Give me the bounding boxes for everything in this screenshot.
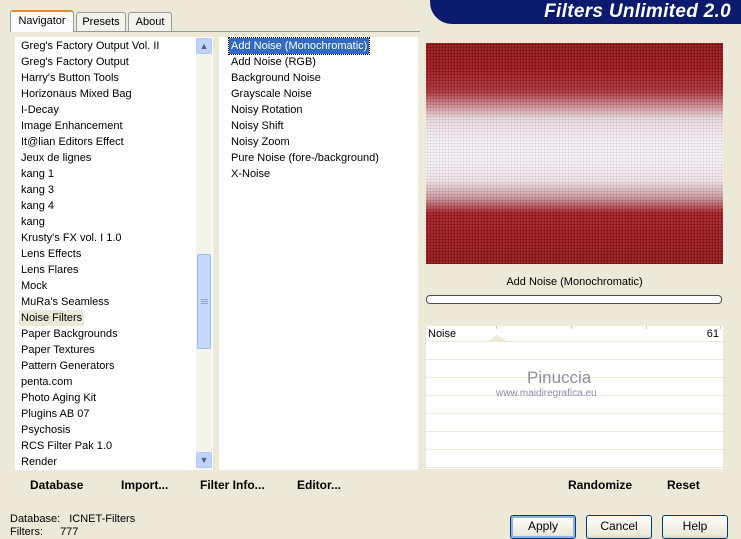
category-item[interactable]: kang 3 (19, 182, 56, 198)
chevron-up-icon: ▲ (199, 41, 209, 51)
status-filters: Filters: 777 (10, 526, 78, 538)
app-banner: Filters Unlimited 2.0 (430, 0, 741, 24)
category-item[interactable]: kang (19, 214, 47, 230)
randomize-button[interactable]: Randomize (568, 478, 632, 492)
parameter-panel: Noise 61 Pinuccia www.maidiregrafica.eu (426, 326, 723, 469)
apply-button[interactable]: Apply (510, 515, 576, 539)
slider-pointer-icon[interactable] (486, 335, 508, 342)
parameter-label: Noise (428, 328, 457, 340)
category-item[interactable]: Plugins AB 07 (19, 406, 92, 422)
database-button[interactable]: Database (30, 478, 83, 492)
category-item[interactable]: Horizonaus Mixed Bag (19, 86, 134, 102)
category-item[interactable]: Render (19, 454, 59, 468)
parameter-value: 61 (706, 328, 719, 340)
editor-button[interactable]: Editor... (297, 478, 341, 492)
progress-bar (426, 295, 722, 304)
status-database: Database: ICNET-Filters (10, 513, 135, 525)
status-filters-value: 777 (60, 526, 79, 538)
status-filters-label: Filters: (10, 526, 43, 538)
preview-image (426, 43, 723, 264)
current-filter-name: Add Noise (Monochromatic) (506, 276, 643, 288)
scroll-up-button[interactable]: ▲ (196, 38, 212, 54)
filter-item[interactable]: Grayscale Noise (229, 86, 314, 102)
filter-info-button[interactable]: Filter Info... (200, 478, 265, 492)
status-database-label: Database: (10, 513, 61, 525)
category-item[interactable]: Lens Effects (19, 246, 83, 262)
parameter-row-empty (426, 416, 723, 432)
category-item[interactable]: Noise Filters (19, 310, 85, 326)
category-item[interactable]: Greg's Factory Output Vol. II (19, 38, 161, 54)
parameter-row-empty (426, 398, 723, 414)
chevron-down-icon: ▼ (199, 455, 209, 465)
category-item[interactable]: Image Enhancement (19, 118, 125, 134)
filter-item[interactable]: Pure Noise (fore-/background) (229, 150, 381, 166)
filter-item[interactable]: Add Noise (Monochromatic) (227, 37, 371, 55)
parameter-row-empty (426, 344, 723, 360)
scroll-thumb[interactable] (197, 254, 211, 349)
scroll-down-button[interactable]: ▼ (196, 452, 212, 468)
category-item[interactable]: Krusty's FX vol. I 1.0 (19, 230, 124, 246)
tab-navigator[interactable]: Navigator (10, 10, 74, 32)
category-item[interactable]: kang 1 (19, 166, 56, 182)
cancel-button[interactable]: Cancel (586, 515, 652, 539)
help-button[interactable]: Help (662, 515, 728, 539)
category-item[interactable]: Greg's Factory Output (19, 54, 131, 70)
tab-about[interactable]: About (128, 12, 172, 31)
import-button[interactable]: Import... (121, 478, 168, 492)
filter-item[interactable]: X-Noise (229, 166, 272, 182)
category-item[interactable]: Paper Backgrounds (19, 326, 120, 342)
category-list[interactable]: Greg's Factory Output Vol. II Greg's Fact… (15, 37, 213, 470)
parameter-row-noise[interactable]: Noise 61 (426, 326, 723, 342)
category-item[interactable]: penta.com (19, 374, 74, 390)
category-item[interactable]: MuRa's Seamless (19, 294, 111, 310)
banner-title: Filters Unlimited 2.0 (544, 1, 731, 22)
parameter-row-empty (426, 452, 723, 468)
tab-presets[interactable]: Presets (76, 12, 126, 31)
filter-item[interactable]: Add Noise (RGB) (229, 54, 318, 70)
slider-ticks (496, 326, 721, 329)
parameter-row-empty (426, 434, 723, 450)
category-item[interactable]: I-Decay (19, 102, 61, 118)
filter-list[interactable]: Add Noise (Monochromatic) Add Noise (RGB)… (219, 37, 418, 470)
category-item[interactable]: Pattern Generators (19, 358, 117, 374)
category-item[interactable]: Photo Aging Kit (19, 390, 98, 406)
reset-button[interactable]: Reset (667, 478, 700, 492)
watermark-url: www.maidiregrafica.eu (496, 388, 597, 399)
filter-item[interactable]: Noisy Rotation (229, 102, 305, 118)
category-item[interactable]: Psychosis (19, 422, 73, 438)
watermark-name: Pinuccia (527, 368, 592, 387)
category-item[interactable]: Mock (19, 278, 49, 294)
category-item[interactable]: kang 4 (19, 198, 56, 214)
filter-item[interactable]: Background Noise (229, 70, 323, 86)
category-item[interactable]: Jeux de lignes (19, 150, 93, 166)
category-item[interactable]: It@lian Editors Effect (19, 134, 126, 150)
category-item[interactable]: Paper Textures (19, 342, 97, 358)
filter-item[interactable]: Noisy Shift (229, 118, 286, 134)
status-database-value: ICNET-Filters (69, 513, 136, 525)
category-item[interactable]: Lens Flares (19, 262, 80, 278)
filter-item[interactable]: Noisy Zoom (229, 134, 292, 150)
category-item[interactable]: RCS Filter Pak 1.0 (19, 438, 114, 454)
category-scrollbar[interactable]: ▲ ▼ (196, 38, 212, 469)
category-item[interactable]: Harry's Button Tools (19, 70, 121, 86)
